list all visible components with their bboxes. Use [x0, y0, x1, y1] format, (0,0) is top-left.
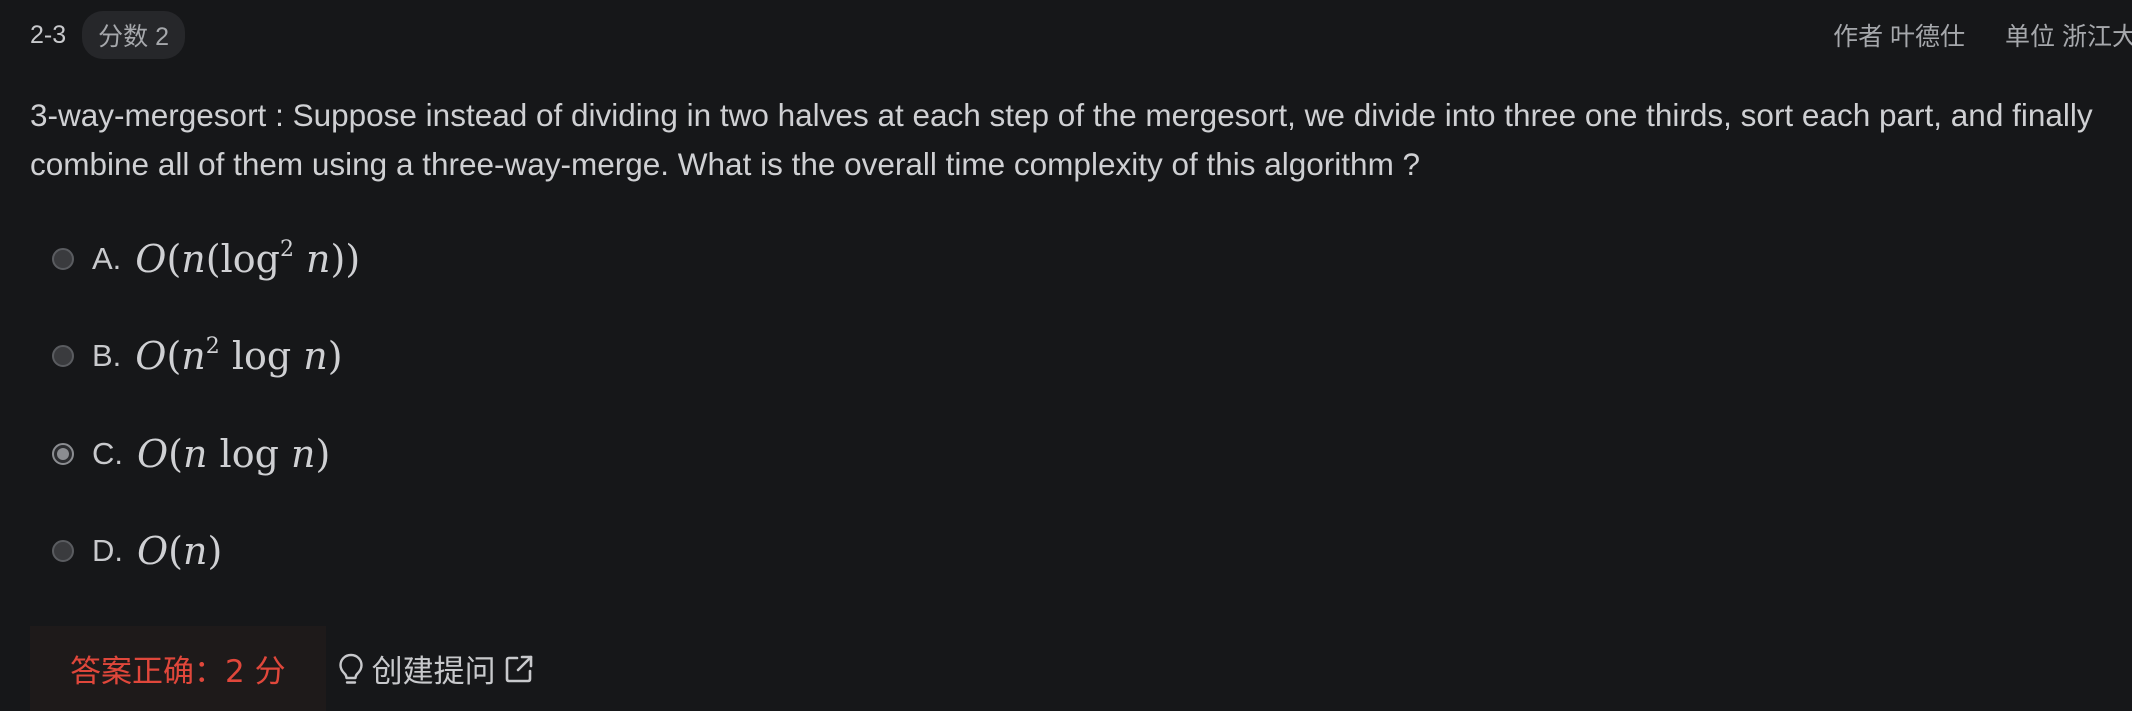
- option-a[interactable]: A. O(n(log2 n)): [52, 210, 360, 307]
- author-label: 作者 叶德仕: [1833, 23, 1966, 51]
- answer-footer: 答案正确：2 分 创建提问: [30, 626, 534, 711]
- radio-a[interactable]: [52, 247, 74, 270]
- option-formula: O(n2 log n): [135, 333, 343, 378]
- radio-c[interactable]: [52, 442, 74, 465]
- option-d[interactable]: D. O(n): [52, 502, 222, 599]
- create-question-button[interactable]: 创建提问: [338, 646, 534, 691]
- radio-dot: [57, 447, 69, 460]
- option-letter: B.: [92, 337, 122, 373]
- answer-result: 答案正确：2 分: [30, 626, 326, 711]
- option-letter: C.: [92, 435, 123, 471]
- answer-result-text: 答案正确：2 分: [70, 654, 286, 690]
- score-badge: 分数 2: [82, 11, 185, 59]
- question-text: 3-way-mergesort : Suppose instead of div…: [30, 97, 2093, 182]
- option-letter: D.: [92, 532, 123, 568]
- external-link-icon: [504, 654, 534, 684]
- question-meta: 作者 叶德仕 单位 浙江大学: [1833, 14, 2132, 56]
- option-c[interactable]: C. O(n log n): [52, 405, 330, 502]
- create-question-label: 创建提问: [371, 654, 496, 690]
- radio-b[interactable]: [52, 344, 74, 367]
- option-formula: O(n(log2 n)): [135, 236, 361, 281]
- question-number: 2-3: [30, 20, 67, 49]
- option-letter: A.: [92, 240, 122, 276]
- option-formula: O(n log n): [137, 431, 331, 476]
- radio-d[interactable]: [52, 539, 74, 562]
- question-header: 2-3 分数 2: [30, 11, 185, 59]
- option-formula: O(n): [137, 528, 223, 573]
- unit-label: 单位 浙江大学: [2005, 23, 2132, 51]
- lightbulb-icon: [338, 653, 364, 685]
- option-b[interactable]: B. O(n2 log n): [52, 307, 343, 404]
